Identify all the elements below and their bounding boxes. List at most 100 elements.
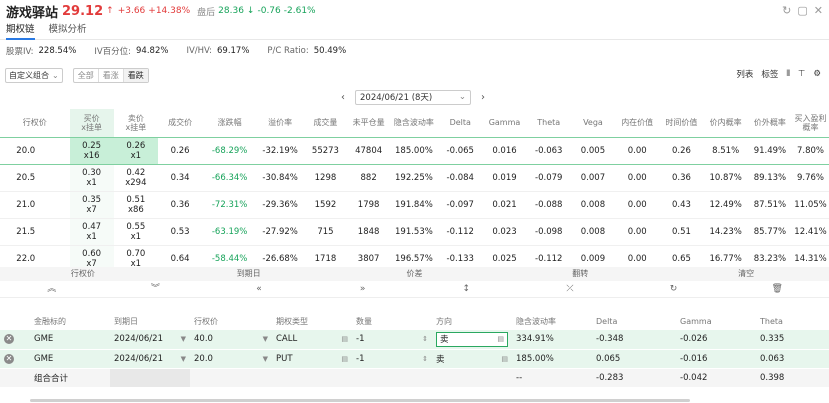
chg-pct-cell: -68.29% [202, 136, 257, 165]
remove-leg-icon[interactable]: ✕ [4, 334, 14, 345]
bid-cell[interactable]: 0.30 x1 [69, 164, 114, 192]
bid-size: x1 [86, 177, 97, 188]
intrinsic-cell: 0.00 [615, 164, 660, 192]
expiry-prev-icon[interactable]: « [207, 281, 311, 297]
strike-up-icon[interactable]: ︽ [0, 281, 104, 297]
chain-col-header[interactable]: 买价 x挂单 [69, 109, 114, 137]
option-row[interactable]: 21.0 0.35 x7 0.51 x86 0.36 -72.31% -29.36% 1592 1… [0, 191, 829, 219]
next-expiry-button[interactable]: › [481, 92, 485, 103]
chain-col-header[interactable]: 未平仓量 [347, 109, 390, 137]
expiry-dropdown[interactable]: 2024/06/21 (8天) ⌄ [355, 89, 471, 105]
segment-puts[interactable]: 看跌 [123, 68, 148, 82]
bid-price: 0.25 [82, 140, 102, 151]
delta-cell: -0.097 [438, 191, 483, 219]
strike-down-icon[interactable]: ︾ [104, 281, 208, 297]
ask-cell[interactable]: 0.42 x294 [113, 164, 158, 192]
flip-label: 翻转 [572, 269, 589, 278]
filter-icon[interactable]: ⊤ [798, 69, 805, 79]
after-hours-label: 盘后 [197, 7, 216, 18]
leg-iv: 334.91% [512, 330, 592, 350]
gamma-cell: 0.019 [482, 164, 527, 192]
itm-prob-cell: 8.51% [703, 136, 748, 165]
col-quantity: 数量 [356, 316, 372, 326]
chain-col-header[interactable]: 溢价率 [256, 109, 304, 137]
chain-col-header[interactable]: Delta [438, 109, 483, 137]
bid-cell[interactable]: 0.47 x1 [69, 218, 114, 246]
leg-type-select[interactable]: PUT ▤ [272, 349, 352, 369]
oi-cell: 1798 [347, 191, 390, 219]
leg-type-select[interactable]: CALL ▤ [272, 330, 352, 350]
option-row[interactable]: 20.0 0.25 x16 0.26 x1 0.26 -68.29% -32.19% 55273… [0, 136, 829, 165]
gear-icon[interactable]: ⚙ [813, 69, 821, 79]
spread-narrow-icon[interactable]: ⤫ [518, 281, 622, 297]
remove-leg-icon[interactable]: ✕ [4, 353, 14, 364]
option-row[interactable]: 20.5 0.30 x1 0.42 x294 0.34 -66.34% -30.84% 1298… [0, 164, 829, 192]
adjust-buttons: ︽ ︾ « » ↕ ⤫ ↻ 🗑 [0, 281, 829, 298]
ask-size: x294 [125, 177, 147, 188]
premium-cell: -27.92% [256, 218, 304, 246]
list-view-button[interactable]: 列表 [736, 68, 753, 80]
leg-strike: 20.0 [194, 353, 213, 364]
chain-col-header[interactable]: 价内概率 [703, 109, 748, 137]
prev-expiry-button[interactable]: ‹ [341, 92, 345, 103]
spinner-icon: ⇕ [422, 354, 428, 363]
iv-percentile-value: 94.82% [136, 46, 169, 56]
chain-col-header[interactable]: Vega [570, 109, 616, 137]
leg-direction-select[interactable]: 卖 ▤ [432, 349, 512, 369]
time-value-cell: 0.51 [659, 218, 704, 246]
time-value-cell: 0.43 [659, 191, 704, 219]
leg-strike-select[interactable]: 40.0 ▼ [190, 330, 272, 350]
ask-cell[interactable]: 0.55 x1 [113, 218, 158, 246]
ask-price: 0.55 [126, 221, 146, 232]
col-direction: 方向 [436, 316, 452, 326]
leg-strike-select[interactable]: 20.0 ▼ [190, 349, 272, 369]
chain-col-header[interactable]: 价外概率 [747, 109, 793, 137]
premium-cell: -30.84% [256, 164, 304, 192]
ask-cell[interactable]: 0.26 x1 [113, 136, 158, 165]
chain-col-header[interactable]: 内在价值 [615, 109, 660, 137]
label-button[interactable]: 标签 [761, 68, 778, 80]
leg-qty-input[interactable]: -1 ⇕ [352, 349, 432, 369]
leg-direction-select[interactable]: 卖 ▤ [432, 330, 512, 350]
leg-expiry-select[interactable]: 2024/06/21 ▼ [110, 330, 190, 350]
chain-col-header[interactable]: 隐含波动率 [389, 109, 439, 137]
leg-qty: -1 [356, 334, 365, 345]
profit-prob-cell: 9.76% [792, 164, 829, 192]
bid-price: 0.35 [82, 194, 102, 205]
gamma-cell: 0.021 [482, 191, 527, 219]
window-icon[interactable]: ▢ [797, 4, 807, 17]
segment-calls[interactable]: 看涨 [99, 68, 124, 82]
combo-select[interactable]: 自定义组合 ⌄ [5, 67, 63, 83]
adjust-expiry-label: 到期日 [236, 269, 261, 278]
tab-simulation[interactable]: 模拟分析 [49, 22, 87, 40]
chain-col-header[interactable]: 成交价 [157, 109, 203, 137]
bid-cell[interactable]: 0.35 x7 [69, 191, 114, 219]
trash-icon[interactable]: 🗑 [725, 281, 829, 297]
chain-col-header[interactable]: 行权价 [0, 109, 70, 137]
horizontal-scrollbar[interactable] [30, 399, 690, 402]
option-row[interactable]: 21.5 0.47 x1 0.55 x1 0.53 -63.19% -27.92% 715 184… [0, 218, 829, 246]
tab-bar: 期权链 模拟分析 [0, 22, 829, 40]
last-cell: 0.26 [157, 136, 203, 165]
chain-col-header[interactable]: Gamma [482, 109, 527, 137]
bid-cell[interactable]: 0.25 x16 [69, 136, 114, 165]
close-icon[interactable]: ✕ [814, 4, 823, 17]
spread-icon[interactable]: ↕ [415, 281, 519, 297]
option-chain-table: 行权价 买价 x挂单 卖价 x挂单 成交价 涨跌幅 溢价率 成交量 未平仓量 隐含波动率 Delt… [0, 109, 829, 273]
refresh-icon[interactable]: ↻ [782, 4, 791, 17]
chain-col-header[interactable]: 涨跌幅 [202, 109, 257, 137]
filter-row: 自定义组合 ⌄ 全部 看涨 看跌 列表 标签 ⫴ ⊤ ⚙ [0, 66, 829, 84]
chain-col-header[interactable]: 买入盈利概率 [792, 109, 829, 137]
chain-col-header[interactable]: 成交量 [303, 109, 348, 137]
chain-col-header[interactable]: 时间价值 [659, 109, 704, 137]
tab-option-chain[interactable]: 期权链 [6, 22, 35, 40]
flip-icon[interactable]: ↻ [622, 281, 726, 297]
expiry-next-icon[interactable]: » [311, 281, 415, 297]
segment-all[interactable]: 全部 [74, 68, 99, 82]
leg-qty-input[interactable]: -1 ⇕ [352, 330, 432, 350]
leg-expiry-select[interactable]: 2024/06/21 ▼ [110, 349, 190, 369]
columns-icon[interactable]: ⫴ [786, 69, 790, 79]
chain-col-header[interactable]: Theta [526, 109, 571, 137]
chain-col-header[interactable]: 卖价 x挂单 [113, 109, 158, 137]
ask-cell[interactable]: 0.51 x86 [113, 191, 158, 219]
